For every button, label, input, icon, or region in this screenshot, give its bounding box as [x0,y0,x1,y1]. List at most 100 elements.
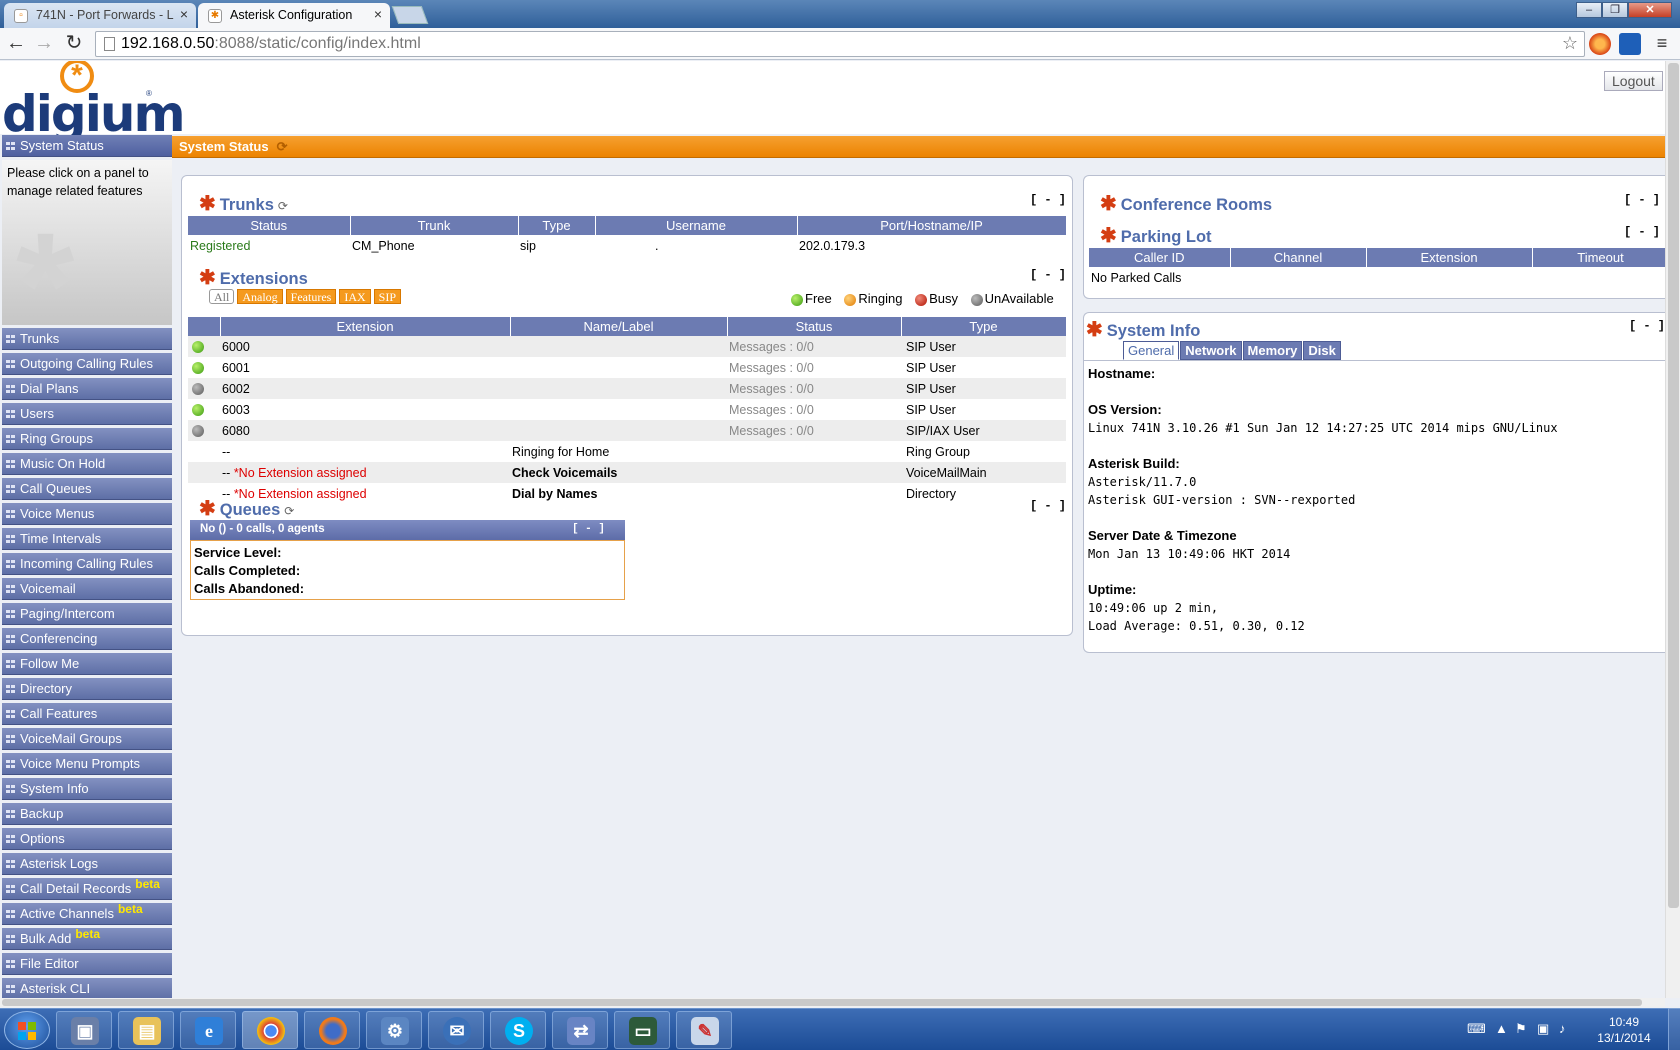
taskbar-app-paint[interactable]: ✎ [676,1011,732,1049]
sidebar-item-dial-plans[interactable]: Dial Plans [2,378,172,400]
table-row[interactable]: -- *No Extension assigned Check Voicemail… [188,462,1066,483]
horizontal-scrollbar[interactable] [0,998,1665,1007]
logout-button[interactable]: Logout [1604,71,1663,91]
taskbar-app-virtualbox[interactable]: ▣ [56,1011,112,1049]
taskbar-app-explorer[interactable]: ▤ [118,1011,174,1049]
table-row[interactable]: 6002 Messages : 0/0 SIP User [188,378,1066,399]
sidebar-item-call-queues[interactable]: Call Queues [2,478,172,500]
filter-all-button[interactable]: All [209,289,235,304]
queue-header[interactable]: No () - 0 calls, 0 agents [ - ] [190,520,625,540]
close-tab-icon[interactable]: × [374,6,382,22]
tab-disk[interactable]: Disk [1303,341,1341,360]
extension-icon[interactable] [1619,33,1641,55]
table-row[interactable]: 6080 Messages : 0/0 SIP/IAX User [188,420,1066,441]
minimize-window-button[interactable]: – [1576,2,1602,18]
table-row[interactable]: 6003 Messages : 0/0 SIP User [188,399,1066,420]
show-desktop-button[interactable] [1668,1008,1680,1050]
sidebar-item-incoming-calling-rules[interactable]: Incoming Calling Rules [2,553,172,575]
sidebar-item-paging-intercom[interactable]: Paging/Intercom [2,603,172,625]
filter-iax-button[interactable]: IAX [339,289,371,304]
sidebar-item-trunks[interactable]: Trunks [2,328,172,350]
trunks-collapse-button[interactable]: [ - ] [1030,193,1066,207]
sidebar-item-users[interactable]: Users [2,403,172,425]
back-arrow-icon[interactable]: ← [4,32,28,56]
address-bar[interactable]: 192.168.0.50:8088/static/config/index.ht… [95,31,1585,57]
forward-arrow-icon[interactable]: → [32,32,56,56]
bookmark-star-icon[interactable]: ☆ [1562,33,1578,54]
sidebar-item-bulk-add[interactable]: Bulk Add beta [2,927,172,950]
tab-general[interactable]: General [1123,341,1180,360]
sidebar-item-active-channels[interactable]: Active Channels beta [2,902,172,925]
sidebar-item-call-detail-records[interactable]: Call Detail Records beta [2,877,172,900]
refresh-icon[interactable]: ⟳ [284,504,294,518]
parking-collapse-button[interactable]: [ - ] [1624,225,1660,239]
sidebar-item-system-status[interactable]: System Status [2,135,172,157]
action-center-flag-icon[interactable]: ⚑ [1515,1021,1527,1037]
start-button[interactable] [4,1011,50,1049]
table-row[interactable]: Registered CM_Phone sip . 202.0.179.3 [188,235,1066,256]
tab-memory[interactable]: Memory [1242,341,1303,360]
sidebar-item-asterisk-logs[interactable]: Asterisk Logs [2,853,172,875]
sidebar-item-system-info[interactable]: System Info [2,778,172,800]
extension-legend: Free Ringing Busy UnAvailable [789,291,1061,306]
filter-analog-button[interactable]: Analog [237,289,283,304]
vertical-scrollbar[interactable] [1665,61,1680,998]
network-icon[interactable]: ▣ [1537,1021,1549,1037]
sidebar-item-conferencing[interactable]: Conferencing [2,628,172,650]
refresh-icon[interactable]: ⟳ [277,139,288,154]
reload-icon[interactable]: ↻ [62,32,86,56]
taskbar-app-thunderbird[interactable]: ✉ [428,1011,484,1049]
menu-icon[interactable]: ≡ [1650,32,1674,56]
taskbar-app-skype[interactable]: S [490,1011,546,1049]
show-hidden-icons-icon[interactable]: ▲ [1495,1021,1508,1036]
sidebar-item-follow-me[interactable]: Follow Me [2,653,172,675]
sidebar-item-options[interactable]: Options [2,828,172,850]
taskbar-app-remote[interactable]: ⇄ [552,1011,608,1049]
taskbar-app-firefox[interactable] [304,1011,360,1049]
table-row[interactable]: -- Ringing for Home Ring Group [188,441,1066,462]
queue-calls-completed: Calls Completed: [194,563,301,578]
close-tab-icon[interactable]: × [180,6,188,22]
sidebar-item-voice-menu-prompts[interactable]: Voice Menu Prompts [2,753,172,775]
table-row[interactable]: 6001 Messages : 0/0 SIP User [188,357,1066,378]
filter-features-button[interactable]: Features [285,289,337,304]
queue-collapse-button[interactable]: [ - ] [572,520,605,539]
sidebar-item-music-on-hold[interactable]: Music On Hold [2,453,172,475]
keyboard-icon[interactable]: ⌨ [1467,1021,1486,1037]
new-tab-button[interactable] [391,6,429,24]
sidebar-item-directory[interactable]: Directory [2,678,172,700]
close-window-button[interactable]: ✕ [1628,2,1672,18]
browser-tab-port-forwards[interactable]: ▫ 741N - Port Forwards - L × [4,3,196,28]
scrollbar-thumb[interactable] [2,999,1642,1006]
extension-icon[interactable] [1589,33,1611,55]
sidebar-item-outgoing-calling-rules[interactable]: Outgoing Calling Rules [2,353,172,375]
sidebar-item-voicemail-groups[interactable]: VoiceMail Groups [2,728,172,750]
taskbar-app-terminal[interactable]: ▭ [614,1011,670,1049]
sidebar-item-backup[interactable]: Backup [2,803,172,825]
table-row[interactable]: 6000 Messages : 0/0 SIP User [188,336,1066,357]
conference-collapse-button[interactable]: [ - ] [1624,193,1660,207]
sidebar-item-time-intervals[interactable]: Time Intervals [2,528,172,550]
volume-icon[interactable]: ♪ [1559,1021,1566,1036]
sidebar-item-call-features[interactable]: Call Features [2,703,172,725]
restore-window-button[interactable]: ❐ [1602,2,1628,18]
sidebar-item-ring-groups[interactable]: Ring Groups [2,428,172,450]
filter-sip-button[interactable]: SIP [373,289,401,304]
sidebar-item-voice-menus[interactable]: Voice Menus [2,503,172,525]
queues-collapse-button[interactable]: [ - ] [1030,499,1066,513]
taskbar-app-network[interactable]: ⚙ [366,1011,422,1049]
extensions-collapse-button[interactable]: [ - ] [1030,268,1066,282]
taskbar-app-chrome[interactable] [242,1011,298,1049]
tab-network[interactable]: Network [1180,341,1242,360]
table-row[interactable]: -- *No Extension assigned Dial by Names Di… [188,483,1066,504]
refresh-icon[interactable]: ⟳ [278,199,288,213]
sidebar-item-asterisk-cli[interactable]: Asterisk CLI [2,978,172,998]
sidebar-item-voicemail[interactable]: Voicemail [2,578,172,600]
taskbar-app-internet-explorer[interactable]: e [180,1011,236,1049]
system-info-collapse-button[interactable]: [ - ] [1629,319,1665,333]
browser-tab-asterisk[interactable]: ✱ Asterisk Configuration × [198,3,390,28]
url-text[interactable]: 192.168.0.50:8088/static/config/index.ht… [121,35,421,53]
taskbar-clock[interactable]: 10:49 13/1/2014 [1584,1014,1664,1046]
sidebar-item-file-editor[interactable]: File Editor [2,953,172,975]
scrollbar-thumb[interactable] [1668,63,1679,908]
